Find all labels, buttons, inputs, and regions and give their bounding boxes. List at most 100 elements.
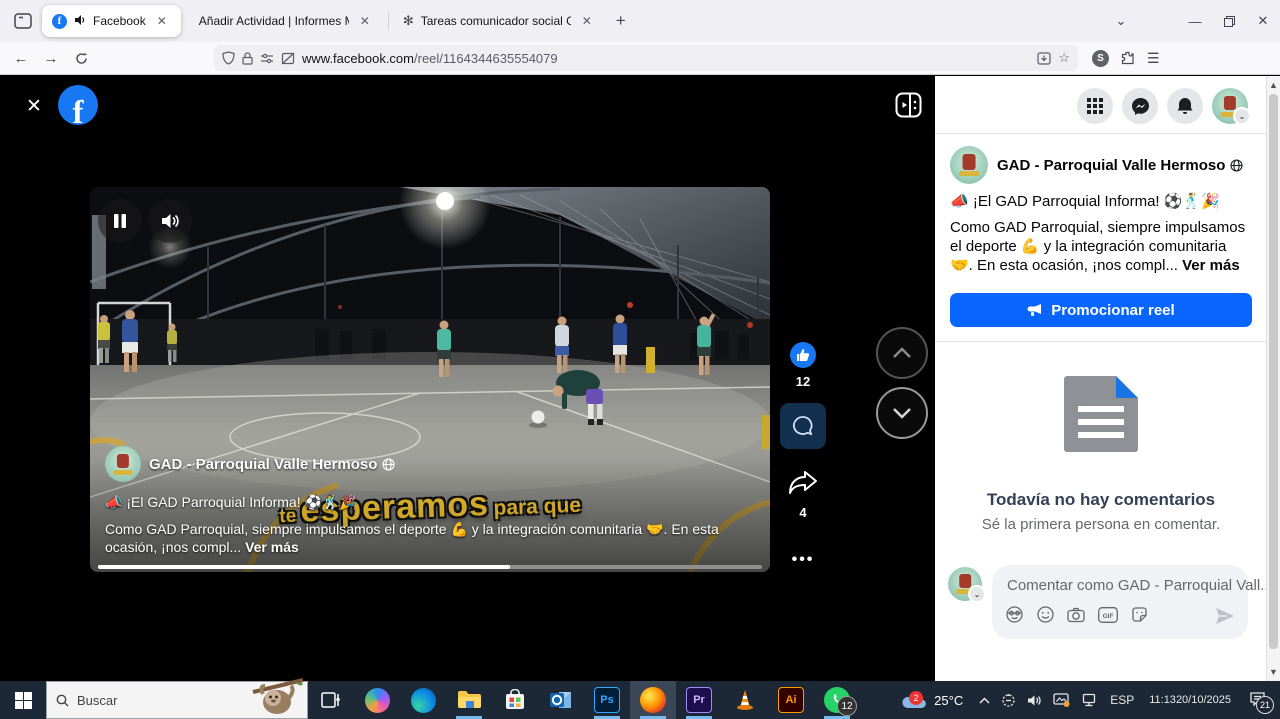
chevron-down-icon: ⌄ bbox=[1233, 107, 1251, 125]
page-avatar[interactable] bbox=[950, 146, 988, 184]
firefox-icon[interactable] bbox=[630, 681, 676, 719]
lock-icon[interactable] bbox=[242, 52, 253, 65]
comment-input[interactable]: Comentar como GAD - Parroquial Vall... G… bbox=[992, 565, 1248, 639]
menu-hamburger-icon[interactable]: ☰ bbox=[1147, 50, 1160, 67]
apps-menu-icon[interactable] bbox=[1077, 88, 1113, 124]
next-reel-button[interactable] bbox=[876, 387, 928, 439]
post-body: Como GAD Parroquial, siempre impulsamos … bbox=[950, 218, 1249, 275]
forward-icon[interactable]: → bbox=[36, 45, 66, 71]
chatgpt-favicon: ✻ bbox=[403, 13, 414, 29]
window-restore-button[interactable] bbox=[1212, 6, 1246, 36]
close-icon[interactable]: ✕ bbox=[21, 93, 47, 119]
tab-audio-icon[interactable] bbox=[74, 14, 86, 29]
tab-facebook[interactable]: f Facebook ✕ bbox=[42, 5, 181, 37]
scroll-up-icon[interactable]: ▲ bbox=[1267, 78, 1280, 92]
reel-video[interactable]: te esperamos para que GAD - Parroquial V… bbox=[90, 187, 770, 572]
list-tabs-icon[interactable]: ⌄ bbox=[1104, 6, 1138, 36]
back-icon[interactable]: ← bbox=[6, 45, 36, 71]
more-options-icon[interactable]: ••• bbox=[786, 550, 821, 570]
copilot-icon[interactable] bbox=[354, 681, 400, 719]
share-icon[interactable] bbox=[782, 469, 824, 500]
tab-close-icon[interactable]: ✕ bbox=[578, 12, 596, 30]
avatar-sticker-icon[interactable] bbox=[1005, 606, 1024, 628]
search-placeholder: Buscar bbox=[77, 693, 117, 708]
comment-placeholder: Comentar como GAD - Parroquial Vall... bbox=[1007, 577, 1273, 594]
hidden-icons-chevron[interactable] bbox=[978, 697, 991, 704]
extension-s-icon[interactable]: S bbox=[1092, 50, 1109, 67]
autoplay-blocked-icon[interactable] bbox=[281, 52, 295, 65]
reload-icon[interactable] bbox=[66, 45, 96, 71]
notification-center-icon[interactable]: 21 bbox=[1243, 690, 1274, 710]
outlook-icon[interactable] bbox=[538, 681, 584, 719]
video-progress-fill bbox=[98, 565, 510, 569]
extensions-puzzle-icon[interactable] bbox=[1121, 51, 1135, 65]
edge-icon[interactable] bbox=[400, 681, 446, 719]
post-line1: 📣 ¡El GAD Parroquial Informa! ⚽🕺🎉 bbox=[950, 192, 1249, 210]
new-tab-button[interactable]: + bbox=[606, 9, 636, 33]
shield-icon[interactable] bbox=[222, 51, 235, 65]
start-menu-icon[interactable] bbox=[0, 681, 46, 719]
page-name[interactable]: GAD - Parroquial Valle Hermoso bbox=[149, 456, 395, 473]
scroll-down-icon[interactable]: ▼ bbox=[1267, 665, 1280, 679]
window-minimize-button[interactable]: — bbox=[1178, 6, 1212, 36]
url-path: /reel/1164344635554079 bbox=[414, 51, 558, 66]
comments-empty-subtitle: Sé la primera persona en comentar. bbox=[935, 516, 1267, 533]
promote-reel-button[interactable]: Promocionar reel bbox=[950, 293, 1252, 327]
send-comment-icon[interactable] bbox=[1215, 607, 1235, 628]
theater-mode-icon[interactable] bbox=[895, 92, 922, 121]
bookmark-star-icon[interactable]: ☆ bbox=[1058, 50, 1070, 66]
page-name-link[interactable]: GAD - Parroquial Valle Hermoso bbox=[997, 157, 1243, 174]
sticker-icon[interactable] bbox=[1131, 606, 1148, 628]
post-body: Como GAD Parroquial, siempre impulsamos … bbox=[105, 520, 745, 556]
save-to-pocket-icon[interactable] bbox=[1037, 52, 1051, 65]
camera-icon[interactable] bbox=[1067, 607, 1085, 628]
screen-record-icon[interactable] bbox=[1000, 693, 1017, 707]
tab-informes[interactable]: Añadir Actividad | Informes Mensua ✕ bbox=[189, 5, 384, 37]
messenger-icon[interactable] bbox=[1122, 88, 1158, 124]
graphics-settings-icon[interactable] bbox=[1052, 693, 1071, 707]
tab-close-icon[interactable]: ✕ bbox=[356, 12, 374, 30]
clock[interactable]: 11:13 20/10/2025 bbox=[1146, 694, 1234, 707]
ver-mas-link[interactable]: Ver más bbox=[1182, 257, 1240, 274]
photoshop-icon[interactable]: Ps bbox=[584, 681, 630, 719]
url-bar[interactable]: www.facebook.com/reel/1164344635554079 ☆ bbox=[214, 45, 1078, 71]
language-indicator[interactable]: ESP bbox=[1107, 693, 1137, 707]
notifications-bell-icon[interactable] bbox=[1167, 88, 1203, 124]
gif-icon[interactable]: GIF bbox=[1098, 607, 1118, 628]
comment-button[interactable] bbox=[780, 403, 826, 449]
permissions-icon[interactable] bbox=[260, 53, 274, 64]
vlc-icon[interactable] bbox=[722, 681, 768, 719]
scrollbar-thumb[interactable] bbox=[1269, 94, 1278, 649]
window-close-button[interactable]: ✕ bbox=[1246, 6, 1280, 36]
video-progress-bar[interactable] bbox=[98, 565, 762, 569]
screen: f Facebook ✕ Añadir Actividad | Informes… bbox=[0, 0, 1280, 719]
facebook-favicon: f bbox=[52, 14, 67, 29]
like-icon[interactable] bbox=[790, 342, 816, 368]
microsoft-store-icon[interactable] bbox=[492, 681, 538, 719]
facebook-logo[interactable]: f bbox=[58, 85, 98, 125]
volume-icon[interactable] bbox=[1026, 694, 1043, 707]
ver-mas-link[interactable]: Ver más bbox=[245, 539, 299, 555]
network-icon[interactable] bbox=[1080, 693, 1098, 707]
profile-avatar[interactable]: ⌄ bbox=[1212, 88, 1248, 124]
previous-reel-button[interactable] bbox=[876, 327, 928, 379]
file-explorer-icon[interactable] bbox=[446, 681, 492, 719]
composer-avatar[interactable]: ⌄ bbox=[948, 567, 982, 601]
volume-icon[interactable] bbox=[148, 199, 192, 243]
page-scrollbar[interactable]: ▲ ▼ bbox=[1266, 76, 1280, 681]
tab-close-icon[interactable]: ✕ bbox=[153, 12, 171, 30]
taskbar-search-input[interactable]: Buscar bbox=[46, 681, 308, 719]
firefox-view-icon[interactable] bbox=[8, 8, 38, 34]
emoji-icon[interactable] bbox=[1037, 606, 1054, 628]
tab-tareas[interactable]: ✻ Tareas comunicador social GAD ✕ bbox=[393, 5, 606, 37]
url-text[interactable]: www.facebook.com/reel/1164344635554079 bbox=[302, 51, 1030, 66]
pause-icon[interactable] bbox=[98, 199, 142, 243]
browser-tab-bar: f Facebook ✕ Añadir Actividad | Informes… bbox=[0, 0, 1280, 42]
illustrator-icon[interactable]: Ai bbox=[768, 681, 814, 719]
system-tray: 2 25°C ESP 11:13 20/10/2025 bbox=[895, 681, 1280, 719]
premiere-icon[interactable]: Pr bbox=[676, 681, 722, 719]
weather-widget[interactable]: 2 25°C bbox=[895, 690, 969, 710]
task-view-icon[interactable] bbox=[308, 681, 354, 719]
page-avatar[interactable] bbox=[105, 446, 141, 482]
whatsapp-icon[interactable]: 12 bbox=[814, 681, 860, 719]
